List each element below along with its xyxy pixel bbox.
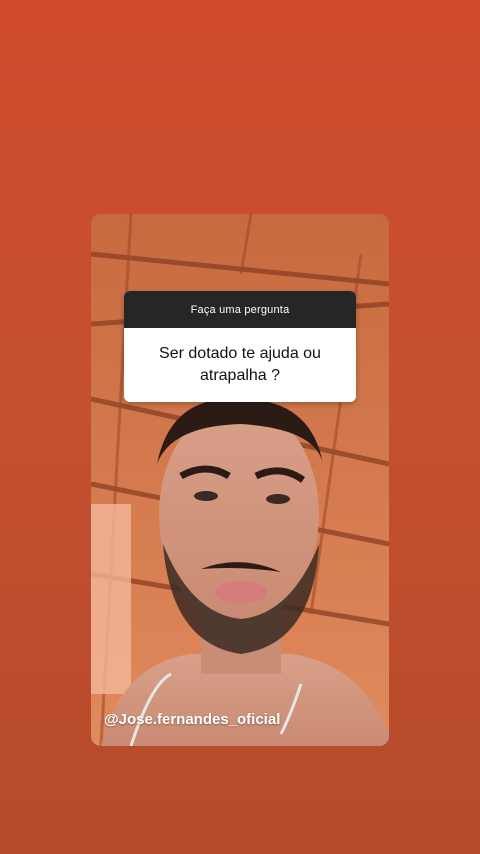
question-text: Ser dotado te ajuda ou atrapalha ? <box>159 345 321 384</box>
user-handle[interactable]: @Jose.fernandes_oficial <box>104 711 280 728</box>
question-sticker-header: Faça uma pergunta <box>124 291 356 328</box>
question-sticker[interactable]: Faça uma pergunta Ser dotado te ajuda ou… <box>124 291 356 402</box>
